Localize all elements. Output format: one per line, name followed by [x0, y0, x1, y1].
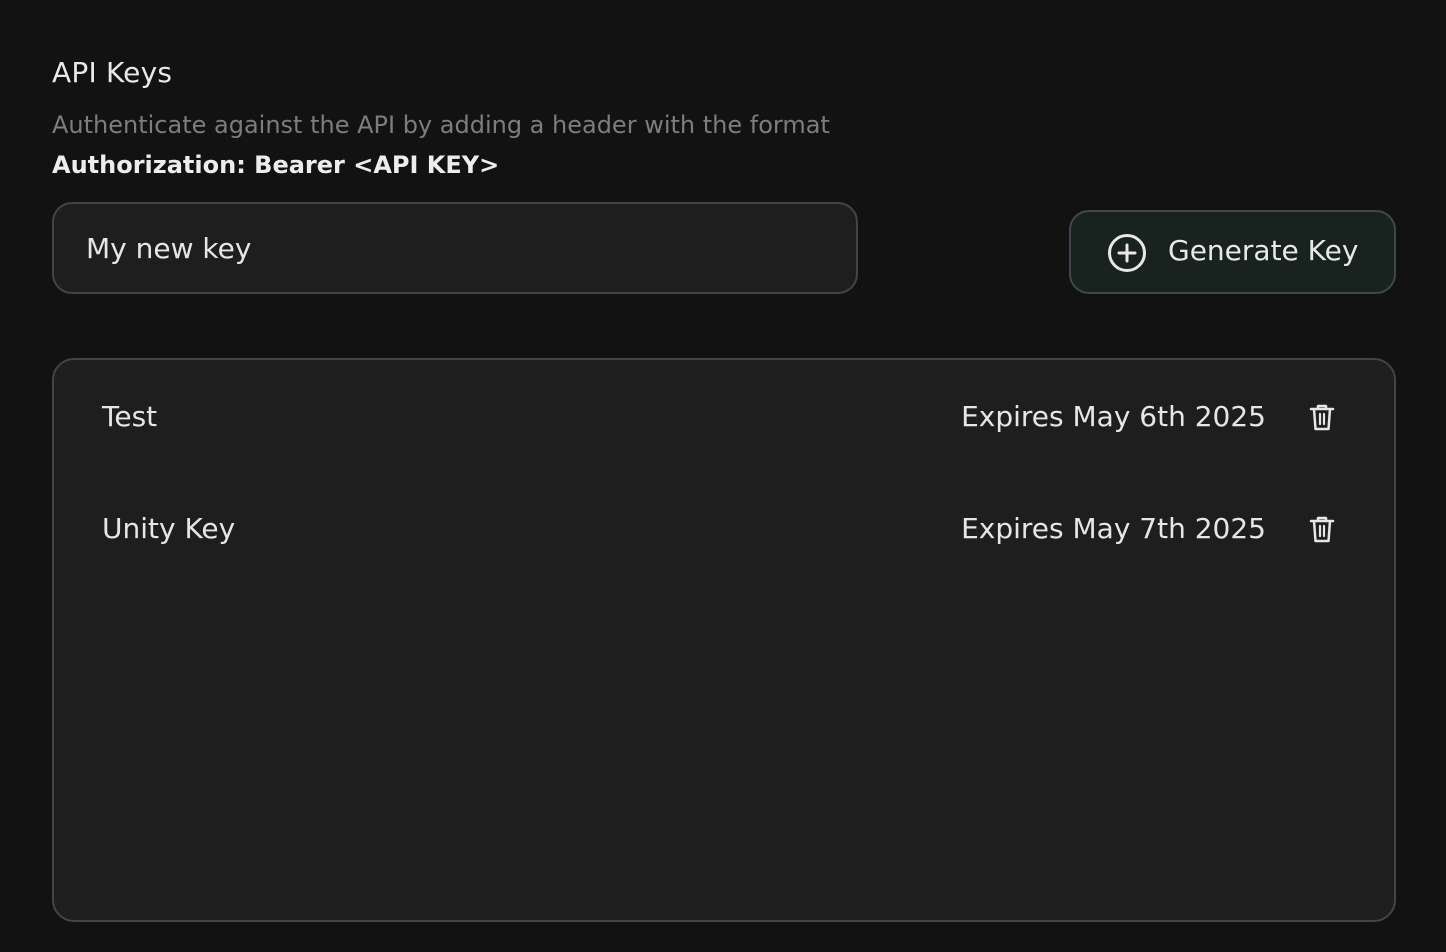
- delete-key-button[interactable]: [1304, 512, 1340, 548]
- key-expiry: Expires May 6th 2025: [961, 400, 1266, 433]
- list-item: Unity Key Expires May 7th 2025: [54, 500, 1394, 560]
- trash-icon: [1309, 404, 1335, 431]
- plus-circle-icon: [1108, 234, 1146, 272]
- list-item: Test Expires May 6th 2025: [54, 388, 1394, 448]
- generate-key-label: Generate Key: [1168, 234, 1359, 267]
- new-key-name-input[interactable]: [52, 202, 858, 294]
- auth-format: Authorization: Bearer <API KEY>: [52, 151, 500, 179]
- section-description: Authenticate against the API by adding a…: [52, 111, 830, 139]
- key-name: Test: [102, 400, 158, 433]
- delete-key-button[interactable]: [1304, 400, 1340, 436]
- key-name: Unity Key: [102, 512, 236, 545]
- api-key-list: Test Expires May 6th 2025 Unity Key Expi…: [52, 358, 1396, 922]
- trash-icon: [1309, 516, 1335, 543]
- key-expiry: Expires May 7th 2025: [961, 512, 1266, 545]
- api-keys-page: API Keys Authenticate against the API by…: [0, 0, 1446, 952]
- section-title: API Keys: [52, 56, 173, 89]
- generate-key-button[interactable]: Generate Key: [1069, 210, 1396, 294]
